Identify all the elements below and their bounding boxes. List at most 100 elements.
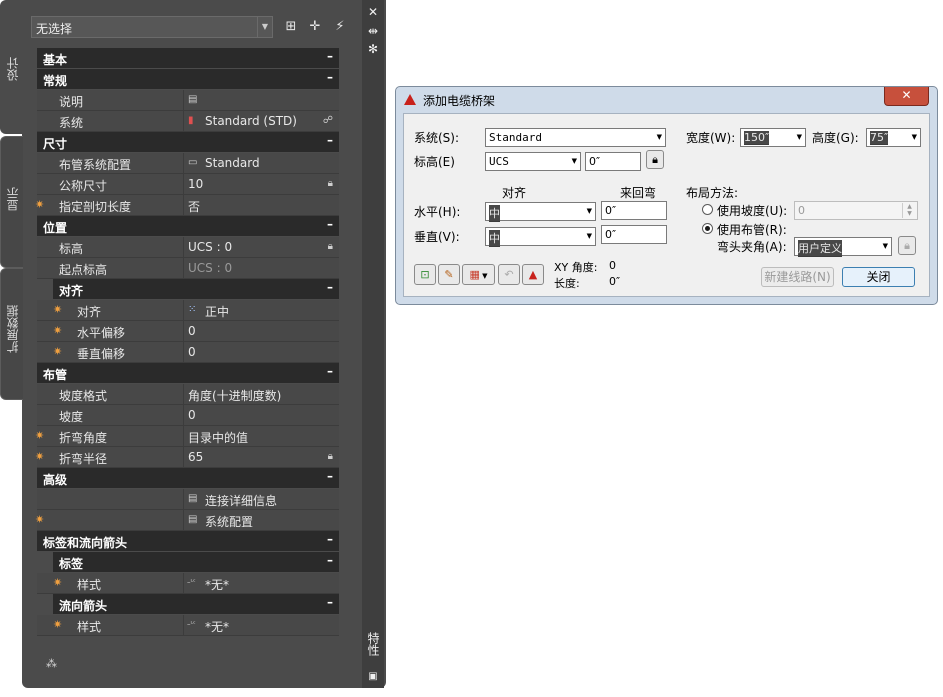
section-routing[interactable]: 布管 – <box>37 363 339 384</box>
use-slope-radio[interactable] <box>702 204 713 215</box>
selection-dropdown[interactable]: 无选择 ▼ <box>31 16 273 38</box>
section-advanced[interactable]: 高级 – <box>37 468 339 489</box>
quick-select-icon[interactable]: ⚡ <box>332 19 348 35</box>
column-divider <box>183 300 184 320</box>
lock-icon: 🔒︎ <box>904 239 910 252</box>
new-run-button[interactable]: 新建线路(N) <box>761 267 834 287</box>
palette-menu-icon[interactable]: ▣ <box>366 670 380 684</box>
section-advanced-label: 高级 <box>43 473 68 487</box>
lock-icon[interactable]: 🔒︎ <box>328 451 333 462</box>
bend-angle-combo[interactable]: 用户定义 ▼ <box>794 237 892 257</box>
tool-button-5[interactable]: ▲ <box>522 264 544 285</box>
horizontal-justify-combo[interactable]: 中 ▼ <box>485 202 596 222</box>
prop-cut-length[interactable]: ✷ 指定剖切长度 否 <box>35 195 339 216</box>
bend-lock-button[interactable]: 🔒︎ <box>898 236 916 255</box>
justify-grid-icon: ⁙ <box>188 304 197 315</box>
use-routing-radio[interactable] <box>702 223 713 234</box>
collapse-icon[interactable]: – <box>327 49 333 63</box>
prop-start-elevation[interactable]: 起点标高 UCS : 0 <box>37 258 339 279</box>
asterisk-icon: ✷ <box>53 576 63 589</box>
prop-slope-format[interactable]: 坡度格式 角度(十进制度数) <box>37 384 339 405</box>
prop-bend-radius[interactable]: ✷ 折弯半径 65 🔒︎ <box>35 447 339 468</box>
add-to-selection-icon[interactable]: ⊞ <box>283 19 299 35</box>
section-basic[interactable]: 基本 – <box>37 48 339 69</box>
asterisk-icon: ✷ <box>53 324 63 337</box>
spinner-icon[interactable]: ▲ ▼ <box>902 203 916 218</box>
vertical-offset-input[interactable]: 0″ <box>601 225 667 244</box>
vertical-justify-value: 中 <box>489 230 500 247</box>
prop-tag-style[interactable]: ✷ 样式 –ᴸᶜ *无* <box>37 573 339 594</box>
prop-name: 标高 <box>59 242 84 256</box>
section-location[interactable]: 位置 – <box>37 216 339 237</box>
text-editor-icon[interactable]: ▤ <box>188 94 200 105</box>
settings-icon[interactable]: ✻ <box>366 42 380 56</box>
tool-button-2[interactable]: ✎ <box>438 264 460 285</box>
tab-design[interactable]: 设计 <box>0 0 23 134</box>
prop-nominal-size[interactable]: 公称尺寸 10 🔒︎ <box>37 174 339 195</box>
section-tags-arrows[interactable]: 标签和流向箭头 – <box>37 531 339 552</box>
tab-extended-data[interactable]: 扩展数据 <box>0 268 23 400</box>
binoculars-icon[interactable]: ☍ <box>323 115 333 126</box>
elevation-input[interactable]: 0″ <box>585 152 641 171</box>
asterisk-icon: ✷ <box>35 198 45 211</box>
prop-bend-angle[interactable]: ✷ 折弯角度 目录中的值 <box>35 426 339 447</box>
chevron-down-icon: ▼ <box>571 157 577 165</box>
column-divider <box>183 342 184 362</box>
close-button[interactable]: 关闭 <box>842 267 915 287</box>
prop-value: *无* <box>205 620 230 634</box>
rise-run-header: 来回弯 <box>620 186 657 200</box>
collapse-icon[interactable]: – <box>327 217 333 231</box>
section-flow-arrow[interactable]: 流向箭头 – <box>53 594 339 615</box>
undo-button[interactable]: ↶ <box>498 264 520 285</box>
lock-button[interactable]: 🔒︎ <box>646 150 664 169</box>
prop-value[interactable]: 系统配置 <box>205 513 253 530</box>
prop-value[interactable]: 连接详细信息 <box>205 492 277 509</box>
prop-system[interactable]: 系统 ▮ Standard (STD) ☍ <box>37 111 339 132</box>
section-justification[interactable]: 对齐 – <box>53 279 339 300</box>
prop-description[interactable]: 说明 ▤ <box>37 90 339 111</box>
section-tag[interactable]: 标签 – <box>53 552 339 573</box>
palette-title-strip <box>362 0 384 688</box>
prop-connection-details[interactable]: ▤ 连接详细信息 <box>37 489 339 510</box>
system-combo[interactable]: Standard ▼ <box>485 128 666 147</box>
lock-icon[interactable]: 🔒︎ <box>328 178 333 189</box>
property-grid: 基本 – 常规 – 说明 ▤ 系统 ▮ Standard (STD) ☍ 尺寸 – 布管系统配… <box>35 48 339 636</box>
window-close-button[interactable]: ✕ <box>884 87 929 106</box>
vertical-label: 垂直(V): <box>414 230 460 244</box>
collapse-icon[interactable]: – <box>327 70 333 84</box>
prop-slope[interactable]: 坡度 0 <box>37 405 339 426</box>
collapse-icon[interactable]: – <box>327 532 333 546</box>
prop-value: 0 <box>188 408 196 422</box>
tool-button-3[interactable]: ▦ ▼ <box>462 264 495 285</box>
prop-vertical-offset[interactable]: ✷ 垂直偏移 0 <box>37 342 339 363</box>
close-icon[interactable]: ✕ <box>366 5 380 19</box>
elevation-mode-value: UCS <box>489 155 509 168</box>
tab-display[interactable]: 显示 <box>0 136 23 268</box>
prop-horizontal-offset[interactable]: ✷ 水平偏移 0 <box>37 321 339 342</box>
select-objects-icon[interactable]: ✛ <box>307 19 323 35</box>
resize-grip-icon[interactable]: ⁂ <box>46 657 57 670</box>
horizontal-offset-input[interactable]: 0″ <box>601 201 667 220</box>
collapse-icon[interactable]: – <box>327 595 333 609</box>
width-combo[interactable]: 150″ ▼ <box>740 128 806 147</box>
collapse-icon[interactable]: – <box>327 469 333 483</box>
height-combo[interactable]: 75″ ▼ <box>866 128 921 147</box>
elevation-mode-combo[interactable]: UCS ▼ <box>485 152 581 171</box>
tool-button-1[interactable]: ⊡ <box>414 264 436 285</box>
section-general[interactable]: 常规 – <box>37 69 339 90</box>
collapse-icon[interactable]: – <box>327 364 333 378</box>
collapse-icon[interactable]: – <box>327 133 333 147</box>
collapse-icon[interactable]: – <box>327 553 333 567</box>
prop-system-config[interactable]: ✷ ▤ 系统配置 <box>35 510 339 531</box>
auto-hide-icon[interactable]: ⇹ <box>366 24 380 38</box>
slope-input[interactable]: 0 ▲ ▼ <box>794 201 918 220</box>
section-dimensions[interactable]: 尺寸 – <box>37 132 339 153</box>
lock-icon[interactable]: 🔒︎ <box>328 241 333 252</box>
prop-arrow-style[interactable]: ✷ 样式 –ᴸᶜ *无* <box>37 615 339 636</box>
horizontal-offset-value: 0″ <box>605 204 617 217</box>
collapse-icon[interactable]: – <box>327 280 333 294</box>
prop-justify[interactable]: ✷ 对齐 ⁙ 正中 <box>37 300 339 321</box>
prop-elevation[interactable]: 标高 UCS : 0 🔒︎ <box>37 237 339 258</box>
vertical-justify-combo[interactable]: 中 ▼ <box>485 227 596 247</box>
prop-routing-preference[interactable]: 布管系统配置 ▭ Standard <box>37 153 339 174</box>
